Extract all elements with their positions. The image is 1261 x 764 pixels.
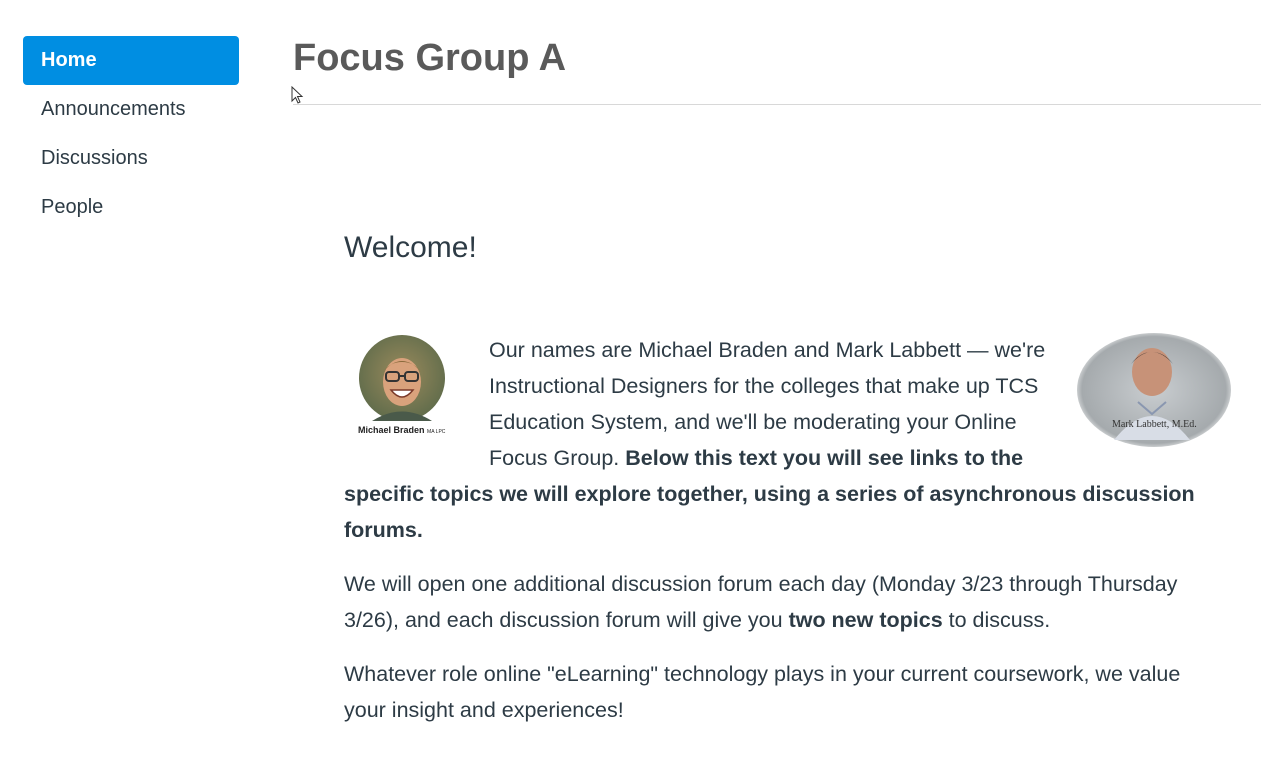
page-title: Focus Group A — [293, 37, 567, 79]
nav-home[interactable]: Home — [23, 36, 239, 85]
photo-caption: Mark Labbett, M.Ed. — [1112, 419, 1197, 430]
nav-people[interactable]: People — [23, 183, 239, 232]
nav-announcements[interactable]: Announcements — [23, 85, 239, 134]
schedule-bold-text: two new topics — [788, 608, 943, 632]
closing-paragraph: Whatever role online "eLearning" technol… — [344, 662, 1181, 722]
title-divider — [293, 104, 1261, 105]
intro-paragraph: Michael Braden MA LPC Mark Labbett, M.Ed… — [344, 332, 1231, 548]
photo-caption-suffix: MA LPC — [427, 429, 446, 435]
michael-braden-photo: Michael Braden MA LPC — [344, 332, 489, 452]
nav-discussions[interactable]: Discussions — [23, 134, 239, 183]
course-nav: Home Announcements Discussions People — [23, 36, 239, 232]
page-content: Welcome! Michael Braden MA LPC Mark Labb… — [344, 228, 1231, 746]
avatar — [1077, 333, 1231, 447]
mark-labbett-photo: Mark Labbett, M.Ed. — [1074, 332, 1234, 452]
photo-caption: Michael Braden — [358, 425, 425, 435]
schedule-text: We will open one additional discussion f… — [344, 572, 1178, 632]
intro-bold-text: Below this text you will see links to th… — [344, 446, 1195, 542]
welcome-heading: Welcome! — [344, 231, 477, 264]
mouse-cursor-icon — [291, 86, 304, 104]
schedule-paragraph: We will open one additional discussion f… — [344, 566, 1224, 638]
schedule-text-end: to discuss. — [942, 608, 1051, 632]
